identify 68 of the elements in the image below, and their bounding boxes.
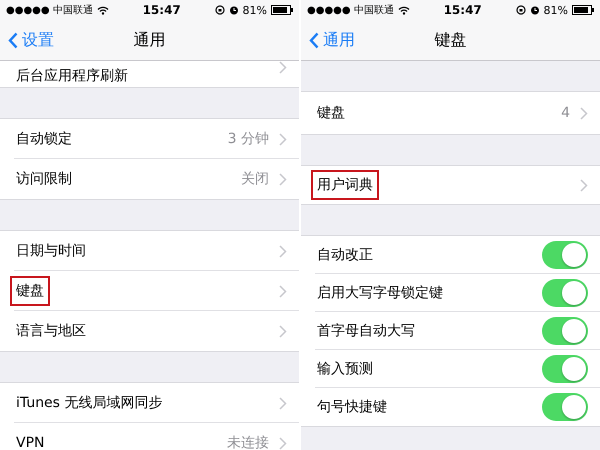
toggle-switch[interactable]: [542, 393, 588, 421]
row-label: 自动锁定: [15, 130, 73, 149]
settings-row[interactable]: 自动改正: [301, 236, 600, 274]
alarm-icon: [530, 5, 540, 15]
settings-row[interactable]: 自动锁定 3 分钟: [0, 119, 299, 159]
row-value: 3 分钟: [228, 130, 269, 148]
chevron-icon: [279, 172, 287, 186]
battery-icon: [572, 5, 594, 15]
row-label: 日期与时间: [15, 242, 87, 261]
row-value: 关闭: [241, 170, 269, 188]
settings-row[interactable]: 键盘 4: [301, 92, 600, 134]
settings-row[interactable]: 启用大写字母锁定键: [301, 274, 600, 312]
row-label: 键盘: [316, 104, 346, 123]
back-button[interactable]: 通用: [301, 30, 363, 50]
rotation-lock-icon: [214, 5, 225, 15]
settings-row[interactable]: 键盘: [0, 271, 299, 311]
chevron-icon: [279, 244, 287, 258]
toggle-switch[interactable]: [542, 317, 588, 345]
alarm-icon: [228, 5, 239, 15]
settings-row[interactable]: 访问限制 关闭: [0, 159, 299, 199]
settings-row[interactable]: 首字母自动大写: [301, 312, 600, 350]
back-chevron-icon: [8, 32, 18, 48]
status-time: 15:47: [444, 3, 482, 17]
wifi-icon: [96, 6, 109, 14]
settings-row[interactable]: 后台应用程序刷新: [0, 61, 299, 87]
settings-row[interactable]: 用户词典: [301, 166, 600, 204]
back-chevron-icon: [309, 32, 319, 48]
chevron-icon: [580, 178, 588, 192]
row-label: 访问限制: [15, 170, 73, 189]
carrier-label: ●●●●● 中国联通: [6, 4, 93, 17]
settings-row[interactable]: 日期与时间: [0, 231, 299, 271]
settings-row[interactable]: 语言与地区: [0, 311, 299, 351]
settings-row[interactable]: 句号快捷键: [301, 388, 600, 426]
row-label: 句号快捷键: [316, 398, 388, 417]
settings-row[interactable]: iTunes 无线局域网同步: [0, 383, 299, 423]
battery-percent: 81%: [544, 4, 568, 16]
chevron-icon: [279, 396, 287, 410]
battery-percent: 81%: [242, 4, 267, 16]
row-label: 用户词典: [311, 170, 379, 200]
row-label: 启用大写字母锁定键: [316, 284, 444, 303]
toggle-switch[interactable]: [542, 279, 588, 307]
chevron-icon: [279, 132, 287, 146]
page-title: 通用: [134, 30, 166, 50]
row-label: VPN: [15, 434, 46, 450]
row-label: iTunes 无线局域网同步: [15, 394, 164, 413]
chevron-icon: [279, 284, 287, 298]
row-label: 输入预测: [316, 360, 374, 379]
page-title: 键盘: [434, 30, 466, 50]
carrier-label: ●●●●● 中国联通: [307, 4, 394, 17]
back-button[interactable]: 设置: [0, 30, 62, 50]
row-label: 语言与地区: [15, 322, 87, 341]
row-value: 4: [561, 105, 570, 121]
battery-icon: [271, 5, 293, 15]
row-label: 后台应用程序刷新: [15, 67, 129, 86]
row-label: 自动改正: [316, 246, 374, 265]
row-value: 未连接: [227, 434, 269, 450]
settings-row[interactable]: 输入预测: [301, 350, 600, 388]
chevron-icon: [279, 436, 287, 450]
chevron-icon: [279, 324, 287, 338]
chevron-icon: [580, 106, 588, 120]
wifi-icon: [398, 6, 410, 14]
toggle-switch[interactable]: [542, 355, 588, 383]
row-label: 首字母自动大写: [316, 322, 416, 341]
settings-row[interactable]: VPN 未连接: [0, 423, 299, 450]
toggle-switch[interactable]: [542, 241, 588, 269]
rotation-lock-icon: [516, 5, 526, 15]
row-label: 键盘: [10, 276, 50, 306]
status-time: 15:47: [142, 3, 181, 17]
